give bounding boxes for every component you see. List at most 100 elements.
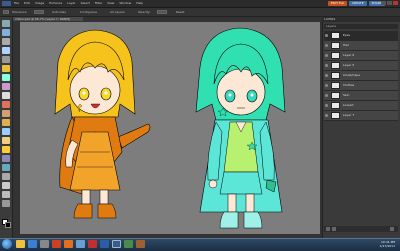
visibility-eye-icon[interactable] <box>325 84 328 87</box>
type-tool-icon[interactable] <box>2 92 10 99</box>
quick-selection-tool-icon[interactable] <box>2 83 10 90</box>
visibility-eye-icon[interactable] <box>325 104 328 107</box>
menu-enhance[interactable]: Enhance <box>49 1 62 6</box>
explorer-icon[interactable] <box>16 240 25 248</box>
sponge-tool-icon[interactable] <box>2 191 10 198</box>
menu-file[interactable]: File <box>14 1 19 6</box>
visibility-eye-icon[interactable] <box>325 94 328 97</box>
document-tab[interactable]: chibis.psd @ 66.7% (Layer 7, RGB/8) <box>13 17 83 21</box>
blur-tool-icon[interactable] <box>2 182 10 189</box>
layer-thumbnail <box>331 52 340 59</box>
layer-thumbnail <box>331 62 340 69</box>
media-icon[interactable] <box>40 240 49 248</box>
tool-preset-icon[interactable] <box>3 10 9 14</box>
teal-haired-character <box>195 27 286 229</box>
clock-date[interactable]: 1/17/2011 <box>340 244 395 248</box>
layer-row[interactable]: Cloak/Cape <box>324 71 398 81</box>
menu-layer[interactable]: Layer <box>67 1 75 6</box>
layer-row[interactable]: Layer 5 <box>324 61 398 71</box>
app-icon[interactable] <box>124 240 133 248</box>
move-tool-icon[interactable] <box>2 20 10 27</box>
layer-thumbnail <box>331 72 340 79</box>
layer-row[interactable]: Clothes <box>324 81 398 91</box>
visibility-eye-icon[interactable] <box>325 74 328 77</box>
layer-name: Lineart <box>343 103 354 107</box>
itunes-icon[interactable] <box>88 240 97 248</box>
brush-tool-icon[interactable] <box>2 146 10 153</box>
gradient-tool-icon[interactable] <box>2 164 10 171</box>
app-logo-icon <box>2 1 11 6</box>
document-canvas[interactable] <box>20 22 320 234</box>
lasso-tool-icon[interactable] <box>2 65 10 72</box>
maximize-button[interactable] <box>387 1 392 5</box>
menu-window[interactable]: Window <box>119 1 131 6</box>
visibility-eye-icon[interactable] <box>325 34 328 37</box>
visibility-eye-icon[interactable] <box>325 44 328 47</box>
start-button[interactable] <box>2 239 12 249</box>
chrome-icon[interactable] <box>52 240 61 248</box>
toolbox <box>0 17 13 238</box>
crop-tool-icon[interactable] <box>2 101 10 108</box>
new-layer-icon[interactable] <box>326 227 330 231</box>
close-button[interactable] <box>393 1 398 5</box>
menu-select[interactable]: Select <box>81 1 90 6</box>
layer-thumbnail <box>331 42 340 49</box>
artwork <box>54 27 286 229</box>
option-anti-alias[interactable]: Anti-alias <box>52 10 66 14</box>
layer-row[interactable]: Layer 6 <box>324 51 398 61</box>
marquee-tool-icon[interactable] <box>2 56 10 63</box>
menu-help[interactable]: Help <box>136 1 143 6</box>
clone-stamp-tool-icon[interactable] <box>2 128 10 135</box>
minimize-button[interactable] <box>381 1 386 5</box>
layer-thumbnail <box>331 102 340 109</box>
opacity-input[interactable] <box>157 10 167 14</box>
layer-row[interactable]: Lineart <box>324 101 398 111</box>
layer-name: Cloak/Cape <box>343 73 361 77</box>
mode-buttons: EDIT Full CREATE SHARE <box>328 1 385 6</box>
menu-image[interactable]: Image <box>35 1 44 6</box>
visibility-eye-icon[interactable] <box>325 64 328 67</box>
layer-thumbnail <box>331 112 340 119</box>
photoshop-elements-icon[interactable] <box>112 240 121 248</box>
layer-name: Layer 6 <box>343 53 355 57</box>
reset-button[interactable]: Reset <box>176 10 184 14</box>
menu-list: File Edit Image Enhance Layer Select Fil… <box>14 1 143 6</box>
option-tolerance-label: Tolerance: <box>12 10 28 14</box>
layer-row[interactable]: Hair <box>324 41 398 51</box>
menu-filter[interactable]: Filter <box>95 1 102 6</box>
option-contiguous[interactable]: Contiguous <box>80 10 97 14</box>
magic-wand-tool-icon[interactable] <box>2 74 10 81</box>
visibility-eye-icon[interactable] <box>325 114 328 117</box>
layer-thumbnail <box>331 92 340 99</box>
edit-mode-button[interactable]: EDIT Full <box>328 1 348 6</box>
hand-tool-icon[interactable] <box>2 38 10 45</box>
red-eye-tool-icon[interactable] <box>2 110 10 117</box>
option-all-layers[interactable]: All Layers <box>110 10 125 14</box>
messenger-icon[interactable] <box>76 240 85 248</box>
layers-panel-title: Layers <box>324 24 398 29</box>
trash-icon[interactable] <box>390 227 394 231</box>
healing-brush-tool-icon[interactable] <box>2 119 10 126</box>
menu-view[interactable]: View <box>107 1 114 6</box>
shape-tool-icon[interactable] <box>2 173 10 180</box>
background-color-swatch[interactable] <box>5 222 11 228</box>
layer-row[interactable]: Layer 7 <box>324 111 398 121</box>
tolerance-input[interactable] <box>34 10 44 14</box>
word-icon[interactable] <box>100 240 109 248</box>
layer-name: Eyes <box>343 33 351 37</box>
pencil-tool-icon[interactable] <box>2 200 10 207</box>
menu-edit[interactable]: Edit <box>24 1 30 6</box>
eyedropper-tool-icon[interactable] <box>2 47 10 54</box>
adjustment-layer-icon[interactable] <box>332 227 336 231</box>
visibility-eye-icon[interactable] <box>325 54 328 57</box>
layer-row[interactable]: Skin <box>324 91 398 101</box>
eraser-tool-icon[interactable] <box>2 137 10 144</box>
firefox-icon[interactable] <box>64 240 73 248</box>
paint-bucket-tool-icon[interactable] <box>2 155 10 162</box>
system-tray: 10:41 PM 1/17/2011 <box>340 240 395 248</box>
zoom-tool-icon[interactable] <box>2 29 10 36</box>
browser-icon[interactable] <box>28 240 37 248</box>
app-icon[interactable] <box>136 240 145 248</box>
layer-row[interactable]: Eyes <box>324 31 398 41</box>
create-mode-button[interactable]: CREATE <box>349 1 367 6</box>
